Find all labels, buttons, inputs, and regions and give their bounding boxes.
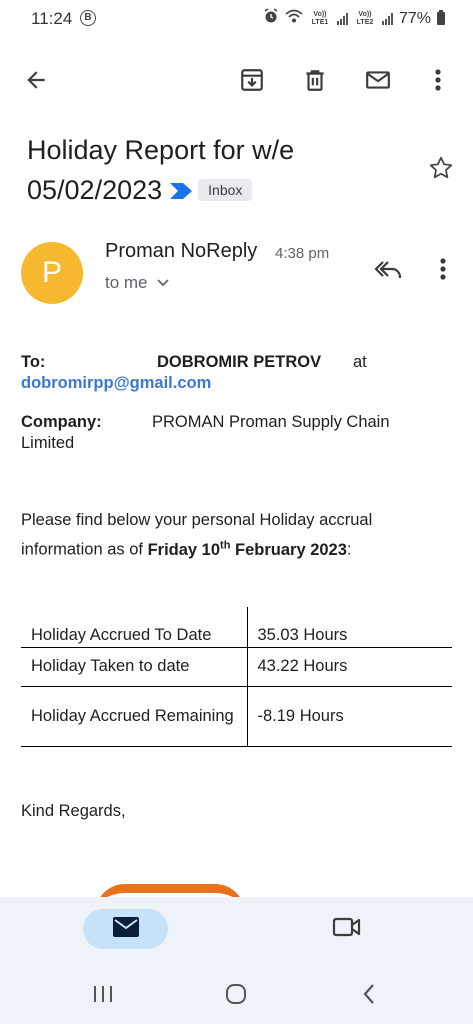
intro-end: :	[346, 540, 352, 559]
table-row: Holiday Taken to date 43.22 Hours	[21, 647, 452, 686]
sent-time: 4:38 pm	[275, 245, 330, 262]
back-arrow-icon[interactable]	[13, 55, 59, 105]
subject-line-1: Holiday Report for w/e	[27, 135, 295, 165]
table-cell-label: Holiday Taken to date	[21, 647, 248, 686]
archive-icon[interactable]	[229, 55, 275, 105]
table-row: Holiday Accrued To Date 35.03 Hours	[21, 607, 452, 647]
back-icon[interactable]	[349, 979, 389, 1009]
to-email-link[interactable]: dobromirpp@gmail.com	[21, 373, 461, 394]
sender-avatar[interactable]: P	[21, 242, 83, 304]
company-label: Company:	[21, 413, 102, 431]
message-more-vert-icon[interactable]	[430, 252, 456, 286]
table-cell-value: 43.22 Hours	[257, 657, 348, 675]
subject-line-2-row: 05/02/2023 Inbox	[27, 170, 407, 210]
mail-icon	[112, 916, 140, 943]
inbox-label-chip[interactable]: Inbox	[198, 179, 253, 201]
recents-icon[interactable]	[83, 979, 123, 1009]
mail-tab[interactable]	[83, 909, 168, 949]
system-navigation-bar	[0, 965, 473, 1024]
to-name: DOBROMIR PETROV	[157, 353, 322, 371]
chevron-down-icon	[156, 273, 170, 293]
more-vert-icon[interactable]	[415, 55, 461, 105]
email-subject: Holiday Report for w/e 05/02/2023 Inbox	[27, 130, 407, 210]
battery-percent: 77%	[398, 9, 431, 27]
battery-icon	[437, 10, 445, 25]
subject-line-2: 05/02/2023	[27, 175, 163, 205]
signal1-icon	[336, 12, 348, 25]
recipient-details[interactable]: to me	[105, 273, 170, 293]
delete-icon[interactable]	[292, 55, 338, 105]
to-label: To:	[21, 353, 46, 371]
closing-text: Kind Regards,	[21, 802, 126, 820]
recipient-text: to me	[105, 273, 148, 292]
reply-all-icon[interactable]	[368, 252, 410, 286]
to-row: To: DOBROMIR PETROV at dobromirpp@gmail.co…	[21, 352, 461, 394]
sender-name[interactable]: Proman NoReply	[105, 240, 257, 263]
status-time: 11:24	[31, 9, 73, 28]
bottom-navigation	[0, 897, 473, 965]
intro-date-pre: Friday 10	[147, 540, 221, 559]
intro-date-sup: th	[220, 539, 231, 551]
table-cell-label: Holiday Accrued Remaining	[21, 686, 248, 746]
intro-date: Friday 10th February 2023	[147, 539, 347, 559]
table-cell-value: -8.19 Hours	[257, 706, 344, 725]
lte2-label: Vo)) LTE2	[356, 10, 374, 26]
company-row: Company: PROMAN Proman Supply Chain Limit…	[21, 412, 441, 454]
mark-unread-icon[interactable]	[355, 55, 401, 105]
alarm-icon	[263, 8, 279, 29]
holiday-table: Holiday Accrued To Date 35.03 Hours Holi…	[21, 607, 452, 747]
intro-date-post: February 2023	[230, 540, 347, 559]
intro-paragraph: Please find below your personal Holiday …	[21, 508, 431, 563]
to-at: at	[353, 353, 367, 371]
home-icon[interactable]	[216, 979, 256, 1009]
wifi-icon	[285, 9, 303, 28]
lte1-label: Vo)) LTE1	[311, 10, 329, 26]
table-cell-value: 35.03 Hours	[257, 625, 348, 644]
table-cell-label: Holiday Accrued To Date	[21, 607, 248, 647]
meet-video-icon	[332, 916, 362, 943]
important-label-icon	[170, 170, 193, 210]
status-icons: Vo)) LTE1 Vo)) LTE2 77%	[263, 8, 445, 29]
email-toolbar	[0, 55, 473, 105]
meet-tab[interactable]	[330, 912, 364, 946]
star-icon[interactable]	[424, 151, 458, 185]
b-notification-icon: B	[80, 10, 96, 26]
status-bar: 11:24 B Vo)) LTE1 Vo)) LTE2 77%	[0, 0, 473, 40]
table-row: Holiday Accrued Remaining -8.19 Hours	[21, 686, 452, 746]
signal2-icon	[381, 12, 393, 25]
